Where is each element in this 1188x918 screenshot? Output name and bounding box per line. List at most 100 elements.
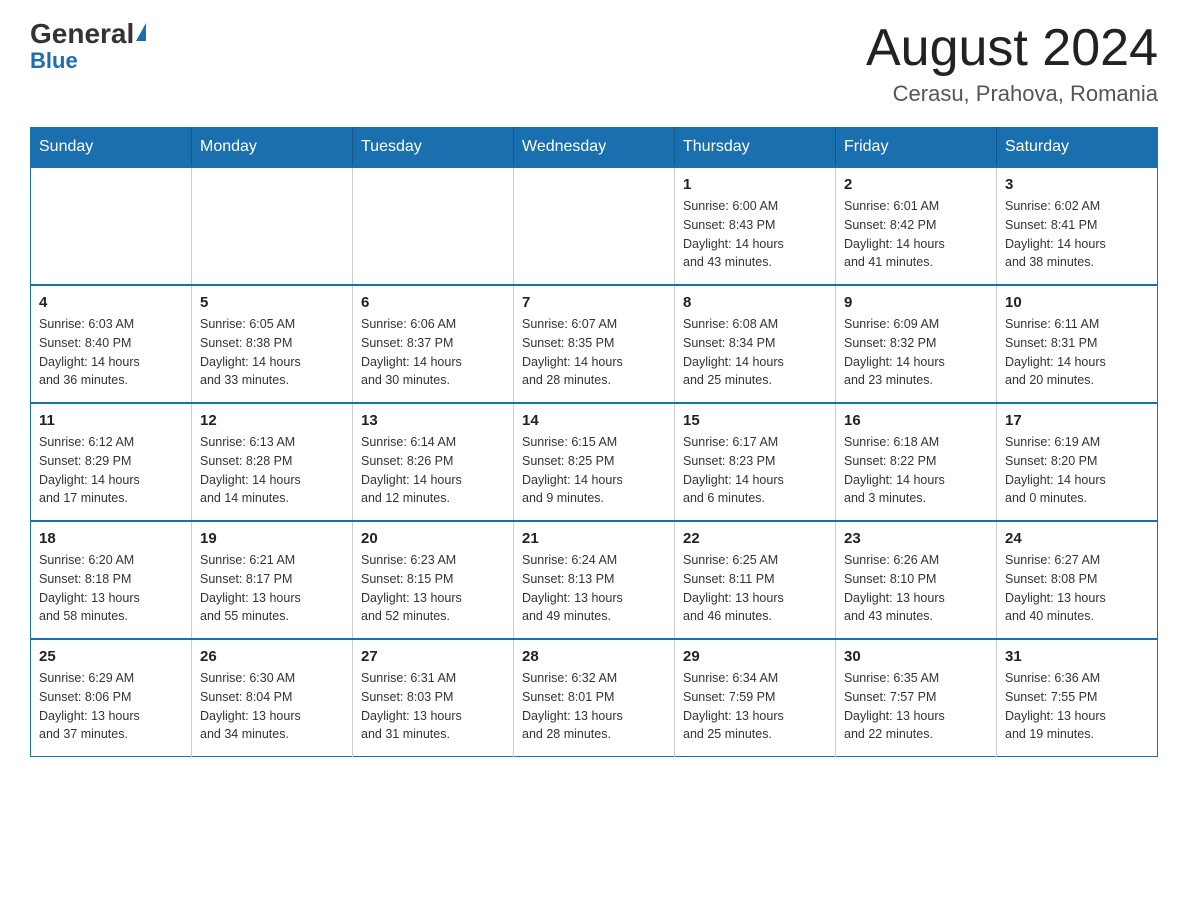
day-info: Sunrise: 6:20 AMSunset: 8:18 PMDaylight:… [39, 551, 183, 626]
calendar-cell: 21 Sunrise: 6:24 AMSunset: 8:13 PMDayligh… [514, 521, 675, 639]
calendar-cell: 19 Sunrise: 6:21 AMSunset: 8:17 PMDayligh… [192, 521, 353, 639]
calendar-week-row: 1Sunrise: 6:00 AMSunset: 8:43 PMDaylight… [31, 167, 1158, 285]
day-of-week-thursday: Thursday [675, 128, 836, 168]
day-number: 5 [200, 294, 344, 311]
day-info: Sunrise: 6:25 AMSunset: 8:11 PMDaylight:… [683, 551, 827, 626]
day-info: Sunrise: 6:24 AMSunset: 8:13 PMDaylight:… [522, 551, 666, 626]
day-number: 12 [200, 412, 344, 429]
calendar-cell: 31 Sunrise: 6:36 AMSunset: 7:55 PMDayligh… [997, 639, 1158, 757]
calendar-cell: 4Sunrise: 6:03 AMSunset: 8:40 PMDaylight… [31, 285, 192, 403]
day-info: Sunrise: 6:36 AMSunset: 7:55 PMDaylight:… [1005, 669, 1149, 744]
calendar-title: August 2024 [866, 20, 1158, 77]
day-of-week-sunday: Sunday [31, 128, 192, 168]
day-number: 27 [361, 648, 505, 665]
calendar-cell: 25Sunrise: 6:29 AMSunset: 8:06 PMDayligh… [31, 639, 192, 757]
calendar-cell: 29 Sunrise: 6:34 AMSunset: 7:59 PMDayligh… [675, 639, 836, 757]
day-info: Sunrise: 6:18 AMSunset: 8:22 PMDaylight:… [844, 433, 988, 508]
calendar-cell: 14 Sunrise: 6:15 AMSunset: 8:25 PMDayligh… [514, 403, 675, 521]
calendar-cell: 13 Sunrise: 6:14 AMSunset: 8:26 PMDayligh… [353, 403, 514, 521]
day-of-week-monday: Monday [192, 128, 353, 168]
day-info: Sunrise: 6:12 AMSunset: 8:29 PMDaylight:… [39, 433, 183, 508]
day-number: 24 [1005, 530, 1149, 547]
day-number: 17 [1005, 412, 1149, 429]
calendar-cell: 1Sunrise: 6:00 AMSunset: 8:43 PMDaylight… [675, 167, 836, 285]
day-number: 13 [361, 412, 505, 429]
day-info: Sunrise: 6:02 AMSunset: 8:41 PMDaylight:… [1005, 197, 1149, 272]
day-info: Sunrise: 6:27 AMSunset: 8:08 PMDaylight:… [1005, 551, 1149, 626]
day-info: Sunrise: 6:21 AMSunset: 8:17 PMDaylight:… [200, 551, 344, 626]
day-info: Sunrise: 6:35 AMSunset: 7:57 PMDaylight:… [844, 669, 988, 744]
calendar-table: SundayMondayTuesdayWednesdayThursdayFrid… [30, 127, 1158, 757]
day-number: 4 [39, 294, 183, 311]
calendar-cell: 9 Sunrise: 6:09 AMSunset: 8:32 PMDaylight… [836, 285, 997, 403]
calendar-cell: 23 Sunrise: 6:26 AMSunset: 8:10 PMDayligh… [836, 521, 997, 639]
day-info: Sunrise: 6:30 AMSunset: 8:04 PMDaylight:… [200, 669, 344, 744]
calendar-header-row: SundayMondayTuesdayWednesdayThursdayFrid… [31, 128, 1158, 168]
day-info: Sunrise: 6:15 AMSunset: 8:25 PMDaylight:… [522, 433, 666, 508]
calendar-week-row: 18 Sunrise: 6:20 AMSunset: 8:18 PMDayligh… [31, 521, 1158, 639]
day-number: 23 [844, 530, 988, 547]
calendar-cell: 15 Sunrise: 6:17 AMSunset: 8:23 PMDayligh… [675, 403, 836, 521]
day-info: Sunrise: 6:14 AMSunset: 8:26 PMDaylight:… [361, 433, 505, 508]
day-number: 15 [683, 412, 827, 429]
calendar-cell: 26Sunrise: 6:30 AMSunset: 8:04 PMDayligh… [192, 639, 353, 757]
day-number: 10 [1005, 294, 1149, 311]
calendar-cell [353, 167, 514, 285]
day-number: 9 [844, 294, 988, 311]
day-number: 30 [844, 648, 988, 665]
calendar-cell: 22 Sunrise: 6:25 AMSunset: 8:11 PMDayligh… [675, 521, 836, 639]
day-info: Sunrise: 6:17 AMSunset: 8:23 PMDaylight:… [683, 433, 827, 508]
day-number: 25 [39, 648, 183, 665]
day-number: 31 [1005, 648, 1149, 665]
day-number: 22 [683, 530, 827, 547]
day-number: 6 [361, 294, 505, 311]
day-info: Sunrise: 6:05 AMSunset: 8:38 PMDaylight:… [200, 315, 344, 390]
day-info: Sunrise: 6:11 AMSunset: 8:31 PMDaylight:… [1005, 315, 1149, 390]
calendar-cell [514, 167, 675, 285]
calendar-subtitle: Cerasu, Prahova, Romania [866, 81, 1158, 107]
day-number: 21 [522, 530, 666, 547]
day-number: 14 [522, 412, 666, 429]
day-info: Sunrise: 6:34 AMSunset: 7:59 PMDaylight:… [683, 669, 827, 744]
calendar-week-row: 4Sunrise: 6:03 AMSunset: 8:40 PMDaylight… [31, 285, 1158, 403]
calendar-cell: 7Sunrise: 6:07 AMSunset: 8:35 PMDaylight… [514, 285, 675, 403]
day-number: 8 [683, 294, 827, 311]
calendar-cell: 28Sunrise: 6:32 AMSunset: 8:01 PMDayligh… [514, 639, 675, 757]
day-info: Sunrise: 6:26 AMSunset: 8:10 PMDaylight:… [844, 551, 988, 626]
calendar-cell: 10 Sunrise: 6:11 AMSunset: 8:31 PMDayligh… [997, 285, 1158, 403]
day-info: Sunrise: 6:08 AMSunset: 8:34 PMDaylight:… [683, 315, 827, 390]
day-of-week-saturday: Saturday [997, 128, 1158, 168]
day-info: Sunrise: 6:23 AMSunset: 8:15 PMDaylight:… [361, 551, 505, 626]
day-number: 7 [522, 294, 666, 311]
page-header: General Blue August 2024 Cerasu, Prahova… [30, 20, 1158, 107]
calendar-cell: 17Sunrise: 6:19 AMSunset: 8:20 PMDayligh… [997, 403, 1158, 521]
logo-general-text: General [30, 20, 146, 48]
day-number: 28 [522, 648, 666, 665]
calendar-cell: 12Sunrise: 6:13 AMSunset: 8:28 PMDayligh… [192, 403, 353, 521]
calendar-cell: 8 Sunrise: 6:08 AMSunset: 8:34 PMDaylight… [675, 285, 836, 403]
calendar-cell: 11Sunrise: 6:12 AMSunset: 8:29 PMDayligh… [31, 403, 192, 521]
calendar-cell: 3 Sunrise: 6:02 AMSunset: 8:41 PMDaylight… [997, 167, 1158, 285]
calendar-cell: 6Sunrise: 6:06 AMSunset: 8:37 PMDaylight… [353, 285, 514, 403]
calendar-cell: 16 Sunrise: 6:18 AMSunset: 8:22 PMDayligh… [836, 403, 997, 521]
calendar-cell: 20 Sunrise: 6:23 AMSunset: 8:15 PMDayligh… [353, 521, 514, 639]
day-number: 29 [683, 648, 827, 665]
day-info: Sunrise: 6:00 AMSunset: 8:43 PMDaylight:… [683, 197, 827, 272]
day-number: 19 [200, 530, 344, 547]
day-number: 20 [361, 530, 505, 547]
day-info: Sunrise: 6:01 AMSunset: 8:42 PMDaylight:… [844, 197, 988, 272]
calendar-cell: 27Sunrise: 6:31 AMSunset: 8:03 PMDayligh… [353, 639, 514, 757]
calendar-cell: 2 Sunrise: 6:01 AMSunset: 8:42 PMDaylight… [836, 167, 997, 285]
day-number: 18 [39, 530, 183, 547]
day-of-week-wednesday: Wednesday [514, 128, 675, 168]
calendar-cell: 18 Sunrise: 6:20 AMSunset: 8:18 PMDayligh… [31, 521, 192, 639]
calendar-week-row: 25Sunrise: 6:29 AMSunset: 8:06 PMDayligh… [31, 639, 1158, 757]
day-number: 2 [844, 176, 988, 193]
day-of-week-tuesday: Tuesday [353, 128, 514, 168]
title-block: August 2024 Cerasu, Prahova, Romania [866, 20, 1158, 107]
calendar-cell: 24 Sunrise: 6:27 AMSunset: 8:08 PMDayligh… [997, 521, 1158, 639]
logo-arrow-icon [136, 23, 146, 41]
day-number: 3 [1005, 176, 1149, 193]
day-number: 16 [844, 412, 988, 429]
day-info: Sunrise: 6:09 AMSunset: 8:32 PMDaylight:… [844, 315, 988, 390]
